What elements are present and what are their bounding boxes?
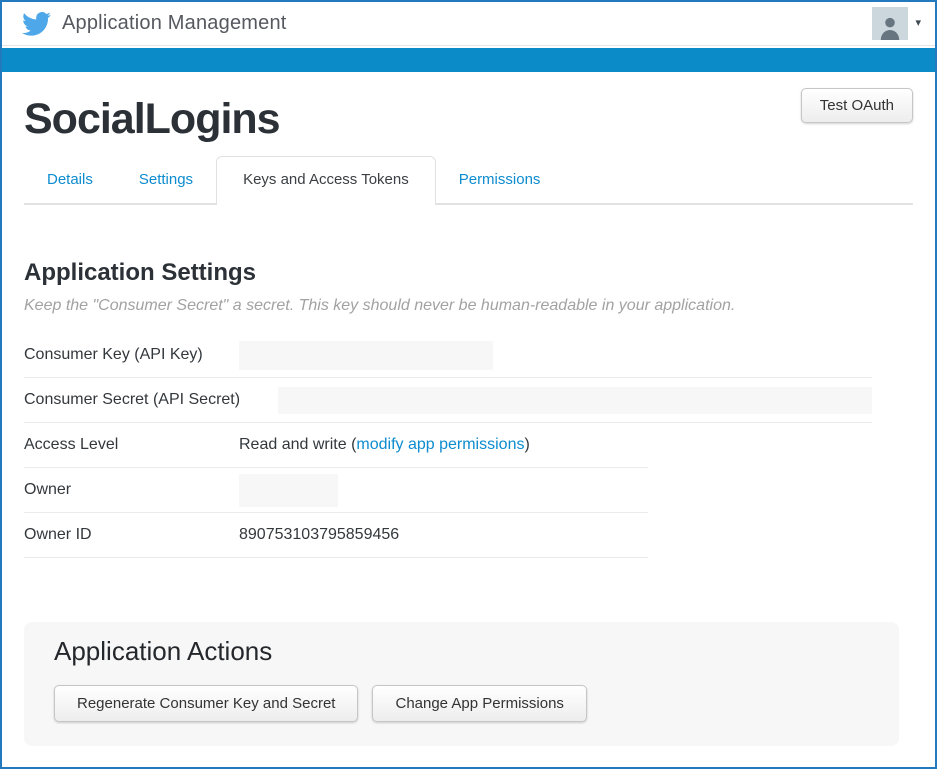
user-avatar[interactable]	[872, 7, 908, 40]
twitter-bird-icon	[22, 12, 51, 36]
regenerate-consumer-key-button[interactable]: Regenerate Consumer Key and Secret	[54, 685, 358, 722]
brand-banner-strip	[2, 48, 935, 72]
access-level-label: Access Level	[24, 436, 239, 454]
table-row-consumer-key: Consumer Key (API Key)	[24, 333, 872, 378]
page-title: SocialLogins	[24, 96, 280, 143]
dropdown-caret-icon[interactable]: ▾	[915, 18, 921, 29]
user-avatar-icon	[877, 14, 903, 40]
test-oauth-button[interactable]: Test OAuth	[801, 88, 913, 123]
actions-button-row: Regenerate Consumer Key and Secret Chang…	[54, 685, 869, 722]
consumer-secret-label: Consumer Secret (API Secret)	[24, 391, 258, 409]
table-row-owner-id: Owner ID 890753103795859456	[24, 513, 648, 558]
owner-id-label: Owner ID	[24, 526, 239, 544]
modify-app-permissions-link[interactable]: modify app permissions	[356, 436, 524, 453]
tab-details[interactable]: Details	[24, 157, 116, 203]
user-menu[interactable]: ▾	[872, 7, 921, 40]
application-actions-heading: Application Actions	[54, 636, 869, 667]
table-row-access-level: Access Level Read and write (modify app …	[24, 423, 648, 468]
tab-bar: Details Settings Keys and Access Tokens …	[24, 156, 913, 205]
application-actions-panel: Application Actions Regenerate Consumer …	[24, 622, 899, 746]
access-level-value: Read and write (modify app permissions)	[239, 436, 530, 454]
tab-keys-and-access-tokens[interactable]: Keys and Access Tokens	[216, 156, 436, 205]
page-header: SocialLogins Test OAuth	[24, 72, 913, 143]
access-level-text-suffix: )	[524, 436, 529, 453]
owner-redacted-value	[239, 474, 338, 507]
consumer-secret-redacted-value	[278, 387, 872, 414]
change-app-permissions-button[interactable]: Change App Permissions	[372, 685, 586, 722]
tab-settings[interactable]: Settings	[116, 157, 216, 203]
tab-permissions[interactable]: Permissions	[436, 157, 564, 203]
owner-label: Owner	[24, 481, 239, 499]
access-level-text: Read and write (	[239, 436, 356, 453]
app-title: Application Management	[62, 12, 287, 35]
owner-id-value: 890753103795859456	[239, 526, 399, 544]
consumer-secret-note: Keep the "Consumer Secret" a secret. Thi…	[24, 297, 913, 315]
table-row-owner: Owner	[24, 468, 648, 513]
consumer-key-label: Consumer Key (API Key)	[24, 346, 239, 364]
main-content: SocialLogins Test OAuth Details Settings…	[2, 72, 935, 746]
consumer-key-redacted-value	[239, 341, 493, 370]
table-row-consumer-secret: Consumer Secret (API Secret)	[24, 378, 872, 423]
top-header-bar: Application Management ▾	[2, 2, 935, 46]
settings-table: Consumer Key (API Key) Consumer Secret (…	[24, 333, 913, 558]
application-settings-heading: Application Settings	[24, 259, 913, 287]
